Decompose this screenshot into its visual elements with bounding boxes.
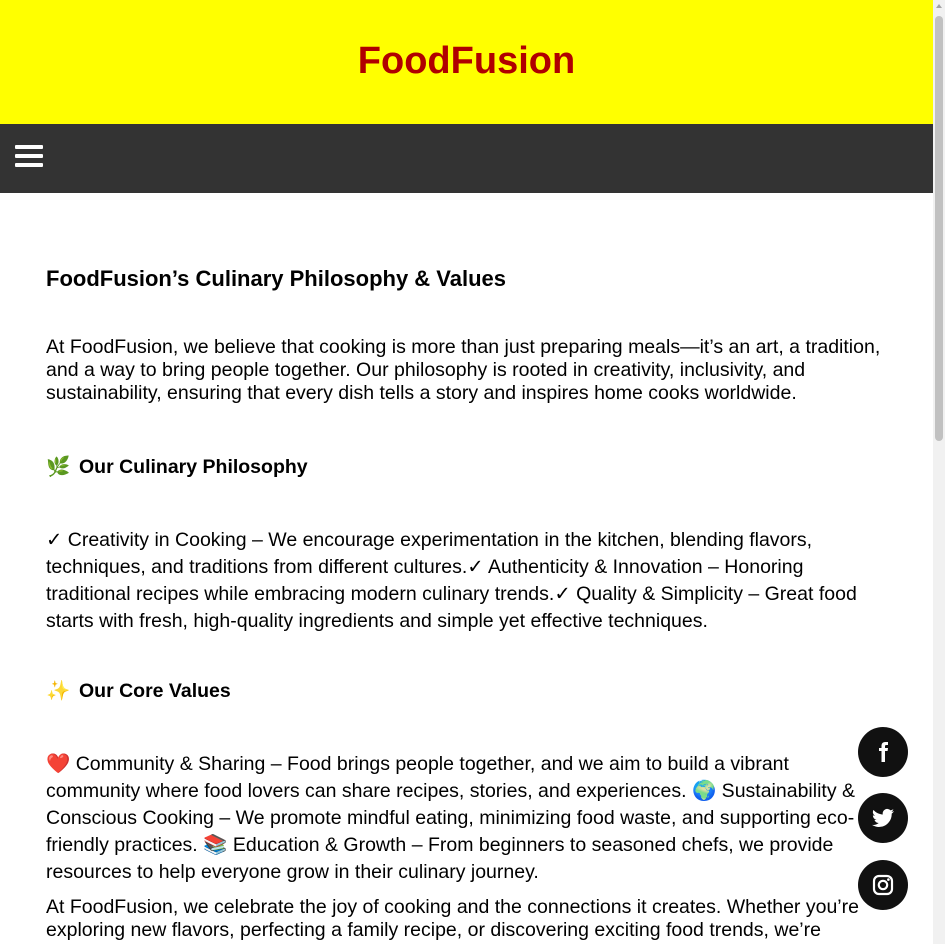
page: FoodFusion FoodFusion’s Culinary Philoso… (0, 0, 933, 944)
site-title[interactable]: FoodFusion (358, 40, 575, 83)
values-list: ❤️ Community & Sharing – Food brings peo… (46, 751, 886, 886)
scrollbar-thumb[interactable] (935, 16, 943, 441)
instagram-icon (872, 874, 894, 896)
page-title: FoodFusion’s Culinary Philosophy & Value… (46, 266, 507, 291)
values-title: Our Core Values (79, 680, 231, 702)
books-icon: 📚 (203, 834, 228, 856)
hamburger-menu-icon[interactable] (15, 143, 43, 171)
sparkles-icon: ✨ (46, 680, 71, 702)
values-heading: ✨ Our Core Values (46, 680, 231, 703)
globe-icon: 🌍 (691, 780, 717, 802)
twitter-button[interactable] (858, 793, 908, 843)
herb-icon: 🌿 (46, 456, 71, 478)
instagram-button[interactable] (858, 860, 908, 910)
facebook-button[interactable] (858, 727, 908, 777)
philosophy-heading: 🌿 Our Culinary Philosophy (46, 456, 308, 479)
check-icon: ✓ (46, 529, 63, 551)
check-icon: ✓ (554, 583, 571, 605)
facebook-icon (879, 742, 888, 762)
twitter-icon (872, 808, 894, 827)
navbar (0, 124, 933, 193)
vertical-scrollbar[interactable] (933, 0, 945, 944)
intro-paragraph: At FoodFusion, we believe that cooking i… (46, 336, 881, 404)
values-item-community: Community & Sharing – Food brings people… (46, 753, 789, 802)
site-header: FoodFusion (0, 0, 933, 124)
scroll-up-arrow-icon[interactable] (936, 4, 942, 8)
heart-icon: ❤️ (46, 753, 71, 775)
outro-paragraph: At FoodFusion, we celebrate the joy of c… (46, 896, 859, 941)
philosophy-list: ✓ Creativity in Cooking – We encourage e… (46, 527, 886, 635)
check-icon: ✓ (467, 556, 484, 578)
philosophy-title: Our Culinary Philosophy (79, 456, 308, 478)
